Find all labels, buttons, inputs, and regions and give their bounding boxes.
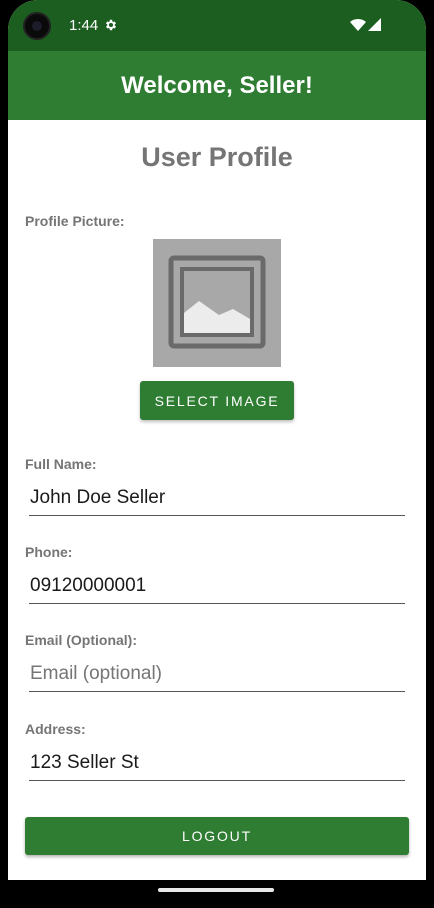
- front-camera: [23, 12, 51, 40]
- address-field[interactable]: 123 Seller St: [29, 747, 405, 781]
- status-bar: 1:44: [8, 0, 426, 51]
- phone-value: 09120000001: [30, 575, 147, 596]
- full-name-value: John Doe Seller: [30, 487, 166, 508]
- wifi-icon: [350, 19, 366, 31]
- navigation-bar: [0, 880, 434, 908]
- profile-picture: [153, 239, 281, 367]
- address-label: Address:: [25, 721, 86, 737]
- logout-button[interactable]: LOGOUT: [25, 817, 409, 855]
- app-screen: 1:44 Welcome, Seller! User Profile Profi…: [8, 0, 426, 880]
- app-bar: Welcome, Seller!: [8, 51, 426, 120]
- status-time: 1:44: [69, 17, 99, 34]
- cellular-signal-icon: [368, 18, 381, 31]
- select-image-button[interactable]: SELECT IMAGE: [140, 381, 294, 420]
- profile-picture-label: Profile Picture:: [25, 213, 125, 229]
- full-name-field[interactable]: John Doe Seller: [29, 482, 405, 516]
- page-title: User Profile: [141, 142, 293, 172]
- email-field[interactable]: Email (optional): [29, 658, 405, 692]
- email-placeholder: Email (optional): [30, 663, 162, 684]
- phone-label: Phone:: [25, 544, 73, 560]
- home-indicator[interactable]: [158, 888, 274, 892]
- email-label: Email (Optional):: [25, 632, 137, 648]
- phone-field[interactable]: 09120000001: [29, 570, 405, 604]
- image-placeholder-icon: [168, 255, 266, 349]
- address-value: 123 Seller St: [30, 752, 139, 773]
- app-bar-title: Welcome, Seller!: [121, 71, 313, 99]
- full-name-label: Full Name:: [25, 456, 97, 472]
- device-frame: 1:44 Welcome, Seller! User Profile Profi…: [0, 0, 434, 908]
- settings-gear-icon: [105, 19, 117, 31]
